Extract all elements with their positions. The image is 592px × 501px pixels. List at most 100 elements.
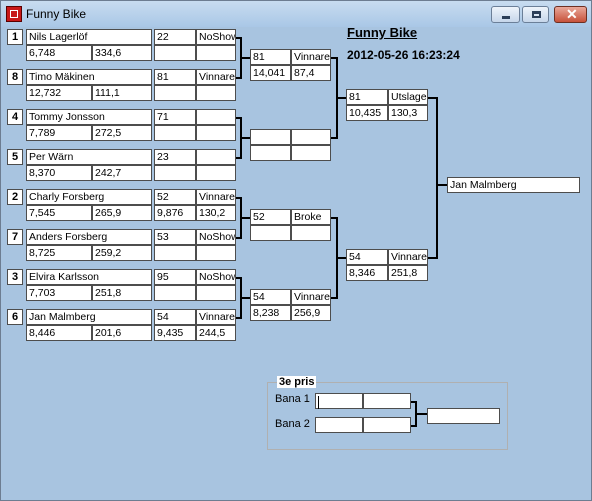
race-speed-field[interactable] — [196, 85, 236, 101]
qualifying-time-field[interactable]: 8,446 — [26, 325, 92, 341]
qualifying-time-field[interactable]: 8,725 — [26, 245, 92, 261]
rider-name-field[interactable]: Anders Forsberg — [26, 229, 152, 245]
race-number-field[interactable]: 81 — [250, 49, 291, 65]
qualifying-speed-field[interactable]: 242,7 — [92, 165, 152, 181]
lane-2-field-b[interactable] — [363, 417, 411, 433]
race-result-field[interactable]: Broke — [291, 209, 331, 225]
lane-1-field-b[interactable] — [363, 393, 411, 409]
race-number-field[interactable]: 23 — [154, 149, 196, 165]
race-result-field[interactable] — [196, 109, 236, 125]
maximize-icon — [532, 11, 541, 18]
race-result-field[interactable] — [291, 129, 331, 145]
rider-name-field[interactable]: Tommy Jonsson — [26, 109, 152, 125]
race-number-field[interactable] — [250, 129, 291, 145]
race-speed-field[interactable] — [291, 145, 331, 161]
qualifying-speed-field[interactable]: 201,6 — [92, 325, 152, 341]
race-time-field[interactable]: 8,346 — [346, 265, 388, 281]
race-time-field[interactable] — [154, 165, 196, 181]
qualifying-speed-field[interactable]: 334,6 — [92, 45, 152, 61]
title-bar[interactable]: Funny Bike ✕ — [1, 1, 591, 27]
race-number-field[interactable]: 53 — [154, 229, 196, 245]
race-speed-field[interactable]: 244,5 — [196, 325, 236, 341]
qualifying-time-field[interactable]: 7,545 — [26, 205, 92, 221]
race-result-field[interactable]: Vinnare — [196, 189, 236, 205]
bracket-connector — [336, 97, 346, 99]
event-title: Funny Bike — [347, 25, 418, 40]
race-speed-field[interactable] — [196, 45, 236, 61]
minimize-button[interactable] — [491, 6, 520, 23]
seed-number: 7 — [7, 229, 23, 245]
race-number-field[interactable]: 71 — [154, 109, 196, 125]
lane-2-field-a[interactable] — [315, 417, 363, 433]
race-number-field[interactable]: 54 — [346, 249, 388, 265]
race-number-field[interactable]: 81 — [346, 89, 388, 105]
race-number-field[interactable]: 81 — [154, 69, 196, 85]
race-number-field[interactable]: 54 — [250, 289, 291, 305]
race-result-field[interactable] — [196, 149, 236, 165]
race-speed-field[interactable] — [196, 165, 236, 181]
race-time-field[interactable] — [154, 85, 196, 101]
race-result-field[interactable]: NoShow — [196, 229, 236, 245]
race-speed-field[interactable] — [196, 285, 236, 301]
race-result-field[interactable]: NoShow — [196, 269, 236, 285]
race-time-field[interactable]: 9,876 — [154, 205, 196, 221]
qualifying-time-field[interactable]: 12,732 — [26, 85, 92, 101]
rider-name-field[interactable]: Jan Malmberg — [26, 309, 152, 325]
race-number-field[interactable]: 22 — [154, 29, 196, 45]
race-speed-field[interactable]: 130,2 — [196, 205, 236, 221]
third-place-result-field[interactable] — [427, 408, 500, 424]
qualifying-speed-field[interactable]: 265,9 — [92, 205, 152, 221]
race-speed-field[interactable] — [196, 125, 236, 141]
race-speed-field[interactable]: 87,4 — [291, 65, 331, 81]
race-result-field[interactable]: Utslagen — [388, 89, 428, 105]
rider-name-field[interactable]: Nils Lagerlöf — [26, 29, 152, 45]
race-time-field[interactable] — [250, 145, 291, 161]
final-winner-field[interactable]: Jan Malmberg — [447, 177, 580, 193]
seed-number: 8 — [7, 69, 23, 85]
race-time-field[interactable] — [154, 245, 196, 261]
qualifying-time-field[interactable]: 6,748 — [26, 45, 92, 61]
race-result-field[interactable]: Vinnare — [196, 69, 236, 85]
rider-name-field[interactable]: Per Wärn — [26, 149, 152, 165]
qualifying-time-field[interactable]: 8,370 — [26, 165, 92, 181]
lane-1-field-a[interactable] — [315, 393, 363, 409]
qualifying-time-field[interactable]: 7,703 — [26, 285, 92, 301]
race-time-field[interactable]: 14,041 — [250, 65, 291, 81]
seed-number: 6 — [7, 309, 23, 325]
race-number-field[interactable]: 54 — [154, 309, 196, 325]
race-speed-field[interactable]: 251,8 — [388, 265, 428, 281]
race-time-field[interactable]: 9,435 — [154, 325, 196, 341]
race-result-field[interactable]: NoShow — [196, 29, 236, 45]
race-speed-field[interactable]: 256,9 — [291, 305, 331, 321]
race-result-field[interactable]: Vinnare — [291, 49, 331, 65]
race-time-field[interactable]: 8,238 — [250, 305, 291, 321]
race-result-field[interactable]: Vinnare — [291, 289, 331, 305]
race-speed-field[interactable]: 130,3 — [388, 105, 428, 121]
maximize-button[interactable] — [522, 6, 549, 23]
race-time-field[interactable] — [154, 45, 196, 61]
race-number-field[interactable]: 52 — [154, 189, 196, 205]
qualifying-speed-field[interactable]: 251,8 — [92, 285, 152, 301]
race-result-field[interactable]: Vinnare — [388, 249, 428, 265]
qualifying-speed-field[interactable]: 111,1 — [92, 85, 152, 101]
race-time-field[interactable] — [154, 285, 196, 301]
race-time-field[interactable]: 10,435 — [346, 105, 388, 121]
race-number-field[interactable]: 95 — [154, 269, 196, 285]
rider-name-field[interactable]: Charly Forsberg — [26, 189, 152, 205]
close-button[interactable]: ✕ — [554, 6, 587, 23]
race-number-field[interactable]: 52 — [250, 209, 291, 225]
race-time-field[interactable] — [250, 225, 291, 241]
qualifying-speed-field[interactable]: 272,5 — [92, 125, 152, 141]
race-speed-field[interactable] — [291, 225, 331, 241]
race-time-field[interactable] — [154, 125, 196, 141]
qualifying-time-field[interactable]: 7,789 — [26, 125, 92, 141]
qualifying-speed-field[interactable]: 259,2 — [92, 245, 152, 261]
seed-number: 2 — [7, 189, 23, 205]
race-speed-field[interactable] — [196, 245, 236, 261]
race-result-field[interactable]: Vinnare — [196, 309, 236, 325]
rider-name-field[interactable]: Timo Mäkinen — [26, 69, 152, 85]
bracket-connector — [240, 137, 250, 139]
rider-name-field[interactable]: Elvira Karlsson — [26, 269, 152, 285]
seed-number: 4 — [7, 109, 23, 125]
seed-number: 3 — [7, 269, 23, 285]
